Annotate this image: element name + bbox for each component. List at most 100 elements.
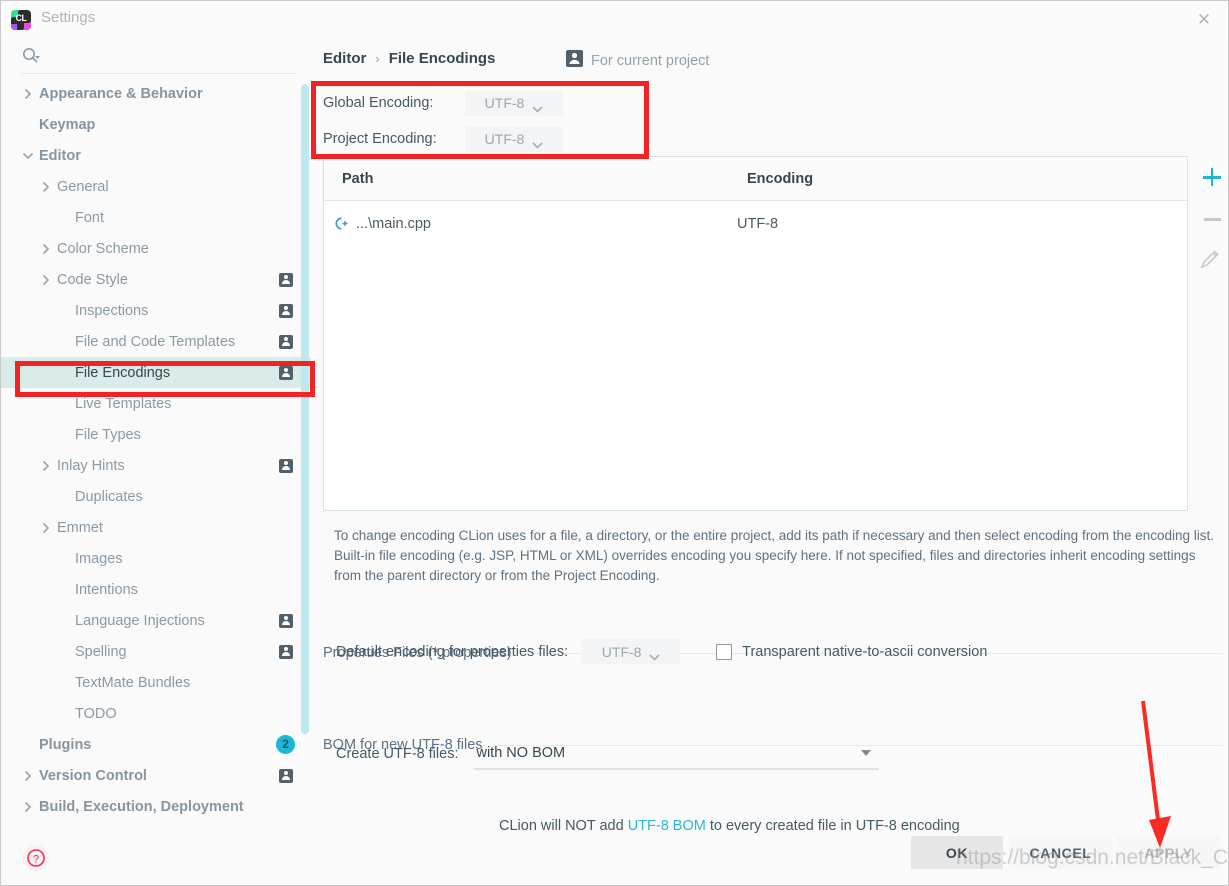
checkbox-label: Transparent native-to-ascii conversion: [742, 643, 988, 660]
create-utf8-value: with NO BOM: [476, 745, 566, 761]
sidebar-item-version-control[interactable]: Version Control: [1, 760, 311, 791]
chevron-down-icon[interactable]: [21, 149, 35, 163]
chevron-right-icon[interactable]: [39, 242, 53, 256]
sidebar-item-textmate-bundles[interactable]: TextMate Bundles: [1, 667, 311, 698]
sidebar-item-code-style[interactable]: Code Style: [1, 264, 311, 295]
settings-tree: Appearance & Behavior Keymap Editor General…: [1, 78, 311, 825]
sidebar-item-label: File Types: [75, 426, 141, 443]
chevron-down-icon: [649, 648, 660, 661]
chevron-right-icon[interactable]: [21, 87, 35, 101]
global-encoding-row: Global Encoding: UTF-8: [323, 88, 563, 118]
checkbox-box-icon: [716, 643, 733, 660]
encoding-settings-group: Global Encoding: UTF-8 Project Encoding:…: [323, 88, 563, 160]
sidebar-item-editor[interactable]: Editor: [1, 140, 311, 171]
clion-logo-icon: CL: [11, 10, 31, 30]
column-header-path[interactable]: Path: [324, 171, 742, 187]
settings-sidebar: Appearance & Behavior Keymap Editor General…: [1, 38, 311, 885]
sidebar-item-general[interactable]: General: [1, 171, 311, 202]
breadcrumb-parent[interactable]: Editor: [323, 50, 366, 67]
sidebar-item-inlay-hints[interactable]: Inlay Hints: [1, 450, 311, 481]
create-utf8-dropdown[interactable]: with NO BOM: [474, 738, 880, 770]
cell-encoding[interactable]: UTF-8: [732, 216, 778, 232]
sidebar-item-label: Images: [75, 550, 123, 567]
plugins-count-badge: 2: [276, 735, 295, 754]
sidebar-item-appearance-behavior[interactable]: Appearance & Behavior: [1, 78, 311, 109]
ok-button[interactable]: OK: [911, 836, 1003, 869]
edit-pencil-icon[interactable]: [1199, 248, 1225, 274]
settings-dialog: CL Settings ✕ Appearance & Behavior Keyma…: [0, 0, 1229, 886]
sidebar-item-intentions[interactable]: Intentions: [1, 574, 311, 605]
logo-text: CL: [15, 13, 28, 23]
chevron-right-icon[interactable]: [39, 521, 53, 535]
sidebar-item-file-encodings[interactable]: File Encodings: [1, 357, 311, 388]
title-bar: CL Settings ✕: [1, 1, 1228, 38]
sidebar-item-label: Build, Execution, Deployment: [39, 798, 244, 815]
breadcrumb-separator-icon: ›: [375, 51, 380, 66]
sidebar-item-label: Spelling: [75, 643, 127, 660]
cancel-button[interactable]: CANCEL: [1009, 836, 1112, 869]
table-row[interactable]: ...\main.cpp UTF-8: [324, 201, 1187, 246]
person-icon: [279, 365, 293, 380]
sidebar-item-plugins[interactable]: Plugins 2: [1, 729, 311, 760]
svg-text:?: ?: [33, 854, 39, 866]
sidebar-item-label: Emmet: [57, 519, 103, 536]
sidebar-item-label: File and Code Templates: [75, 333, 236, 350]
sidebar-item-label: Code Style: [57, 271, 128, 288]
add-button[interactable]: [1199, 164, 1225, 190]
chevron-right-icon[interactable]: [39, 273, 53, 287]
global-encoding-select[interactable]: UTF-8: [465, 90, 563, 116]
chevron-right-icon[interactable]: [39, 180, 53, 194]
sidebar-item-keymap[interactable]: Keymap: [1, 109, 311, 140]
remove-button[interactable]: [1199, 206, 1225, 232]
file-encodings-table: Path Encoding ...\main.cpp UTF-8: [323, 156, 1188, 511]
cpp-file-icon: [332, 215, 349, 232]
project-encoding-label: Project Encoding:: [323, 131, 437, 147]
scope-indicator[interactable]: For current project: [566, 50, 709, 72]
sidebar-item-font[interactable]: Font: [1, 202, 311, 233]
chevron-right-icon[interactable]: [21, 769, 35, 783]
default-properties-encoding-select[interactable]: UTF-8: [582, 639, 681, 664]
help-icon[interactable]: ?: [23, 845, 49, 871]
sidebar-item-label: TextMate Bundles: [75, 674, 191, 691]
sidebar-item-duplicates[interactable]: Duplicates: [1, 481, 311, 512]
sidebar-item-label: Inlay Hints: [57, 457, 125, 474]
sidebar-item-todo[interactable]: TODO: [1, 698, 311, 729]
search-row: [21, 38, 297, 74]
person-icon: [279, 768, 293, 783]
project-encoding-value: UTF-8: [484, 131, 525, 147]
project-encoding-select[interactable]: UTF-8: [465, 126, 563, 152]
chevron-down-icon: [532, 136, 543, 149]
transparent-native-to-ascii-checkbox[interactable]: Transparent native-to-ascii conversion: [716, 643, 988, 660]
sidebar-item-label: File Encodings: [75, 364, 171, 381]
sidebar-item-label: Keymap: [39, 116, 96, 133]
table-header: Path Encoding: [324, 157, 1187, 201]
search-input[interactable]: [49, 45, 283, 62]
sidebar-scrollbar[interactable]: [301, 84, 309, 734]
sidebar-item-file-types[interactable]: File Types: [1, 419, 311, 450]
sidebar-item-emmet[interactable]: Emmet: [1, 512, 311, 543]
person-icon: [279, 334, 293, 349]
sidebar-item-spelling[interactable]: Spelling: [1, 636, 311, 667]
sidebar-item-file-and-code-templates[interactable]: File and Code Templates: [1, 326, 311, 357]
column-header-encoding[interactable]: Encoding: [742, 171, 813, 187]
person-icon: [279, 272, 293, 287]
global-encoding-label: Global Encoding:: [323, 95, 434, 111]
default-properties-encoding-value: UTF-8: [601, 643, 642, 660]
sidebar-item-inspections[interactable]: Inspections: [1, 295, 311, 326]
person-icon: [279, 303, 293, 318]
apply-button[interactable]: APPLY: [1117, 836, 1220, 869]
breadcrumb-current: File Encodings: [388, 50, 496, 67]
sidebar-item-images[interactable]: Images: [1, 543, 311, 574]
window-title: Settings: [41, 9, 96, 26]
sidebar-item-label: Editor: [39, 147, 81, 164]
dialog-footer: OK CANCEL APPLY: [311, 827, 1228, 885]
default-encoding-label: Default encoding for properties files:: [336, 643, 569, 660]
chevron-right-icon[interactable]: [39, 459, 53, 473]
sidebar-item-build-execution-deployment[interactable]: Build, Execution, Deployment: [1, 791, 311, 822]
sidebar-item-language-injections[interactable]: Language Injections: [1, 605, 311, 636]
scope-label: For current project: [591, 53, 710, 69]
close-icon[interactable]: ✕: [1192, 8, 1216, 32]
chevron-right-icon[interactable]: [21, 800, 35, 814]
sidebar-item-live-templates[interactable]: Live Templates: [1, 388, 311, 419]
sidebar-item-color-scheme[interactable]: Color Scheme: [1, 233, 311, 264]
